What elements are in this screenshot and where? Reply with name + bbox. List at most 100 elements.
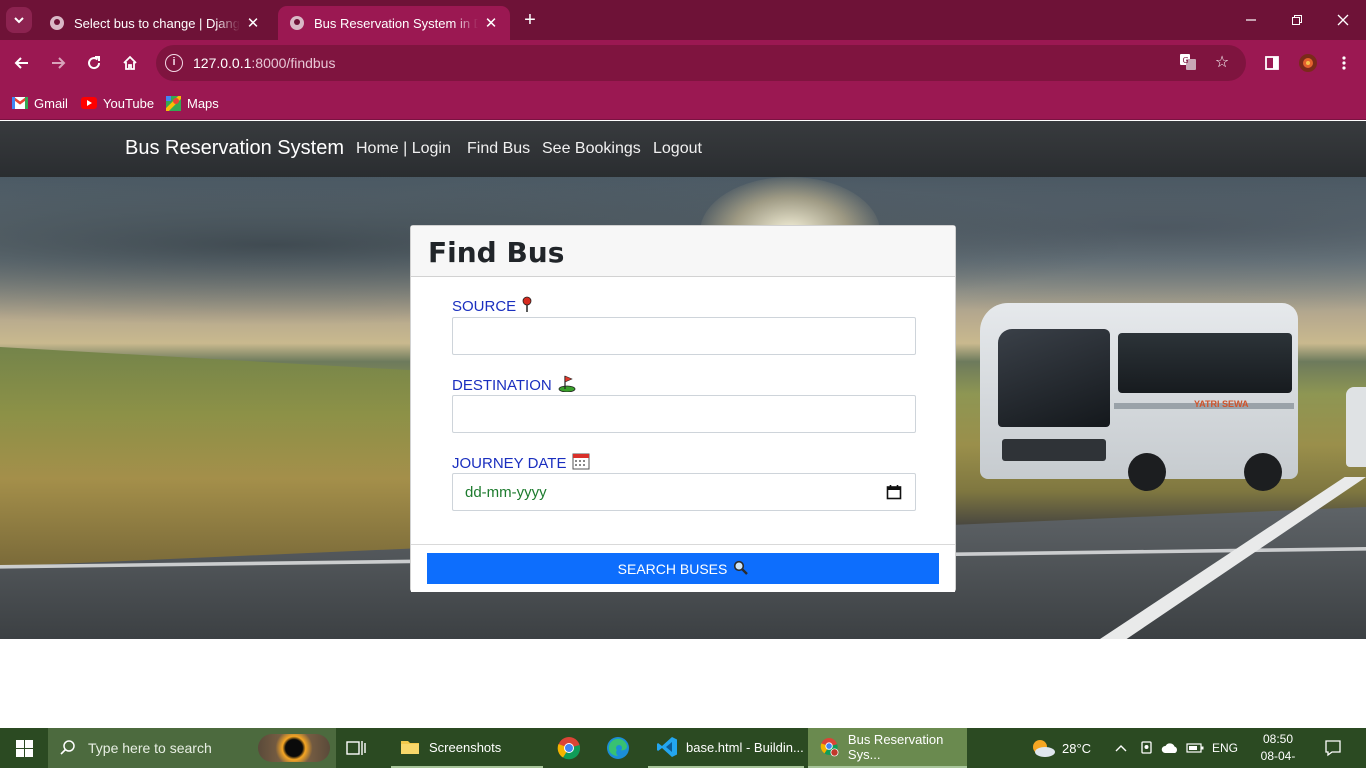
restore-button[interactable] xyxy=(1274,0,1320,40)
site-navbar: Bus Reservation System Home | Login Find… xyxy=(0,121,1366,177)
site-info-icon[interactable]: i xyxy=(165,54,183,72)
side-panel-icon xyxy=(1265,56,1279,70)
search-highlight-eclipse-image xyxy=(258,734,330,762)
journey-date-label: JOURNEY DATE xyxy=(452,452,590,474)
forward-button[interactable] xyxy=(44,49,72,77)
minimize-icon xyxy=(1246,19,1256,21)
clock-time: 08:50 xyxy=(1262,732,1294,746)
card-header: Find Bus xyxy=(411,226,955,277)
taskbar-chrome-bus-reservation[interactable]: Bus Reservation Sys... xyxy=(808,728,967,768)
date-picker-icon[interactable] xyxy=(886,484,902,500)
taskbar-item-label: Screenshots xyxy=(429,739,502,755)
destination-label: DESTINATION xyxy=(452,374,576,396)
taskbar-chrome[interactable] xyxy=(557,728,587,768)
taskbar-edge[interactable] xyxy=(606,728,636,768)
bus-logo: YATRI SEWA xyxy=(1194,399,1249,409)
profile-avatar-icon xyxy=(1299,54,1317,72)
bookmark-maps[interactable]: Maps xyxy=(166,92,219,114)
taskbar-vscode[interactable]: base.html - Buildin... xyxy=(648,728,804,768)
notification-icon xyxy=(1325,740,1341,757)
profile-button[interactable] xyxy=(1294,49,1322,77)
bookmark-star-icon[interactable]: ☆ xyxy=(1212,53,1232,73)
show-hidden-icons[interactable] xyxy=(1114,728,1128,768)
home-icon xyxy=(123,55,137,70)
taskbar-search-box[interactable]: Type here to search xyxy=(48,728,336,768)
partly-sunny-icon xyxy=(1033,740,1055,757)
notification-center-button[interactable] xyxy=(1324,728,1342,768)
language-indicator[interactable]: ENG xyxy=(1212,728,1238,768)
journey-date-input[interactable]: dd-mm-yyyy xyxy=(452,473,916,511)
gmail-icon xyxy=(12,97,28,109)
windows-taskbar: Type here to search Screenshots base.htm… xyxy=(0,728,1366,768)
nav-see-bookings[interactable]: See Bookings xyxy=(542,140,641,158)
tab-title: Select bus to change | Django site admin xyxy=(74,15,240,31)
restore-icon xyxy=(1292,15,1302,25)
search-buses-button[interactable]: SEARCH BUSES xyxy=(427,553,939,584)
calendar-icon xyxy=(572,452,590,474)
nav-find-bus[interactable]: Find Bus xyxy=(467,140,530,158)
vscode-icon xyxy=(657,737,677,757)
bookmark-label: Gmail xyxy=(34,95,68,111)
url-path: :8000/findbus xyxy=(251,55,336,71)
side-panel-button[interactable] xyxy=(1258,49,1286,77)
back-button[interactable] xyxy=(8,49,36,77)
folder-icon xyxy=(401,741,419,754)
close-tab-icon[interactable]: ✕ xyxy=(244,14,262,32)
weather-widget[interactable]: 28°C xyxy=(1030,728,1091,768)
site-brand-link[interactable]: Bus Reservation System xyxy=(125,137,344,160)
edge-icon xyxy=(607,737,629,759)
card-title: Find Bus xyxy=(428,236,565,269)
tab-bus-reservation[interactable]: Bus Reservation System in Django ✕ xyxy=(278,6,510,40)
close-tab-icon[interactable]: ✕ xyxy=(482,14,500,32)
globe-icon xyxy=(50,16,64,30)
tab-search-button[interactable] xyxy=(6,7,32,33)
address-bar[interactable]: i 127.0.0.1:8000/findbus G ☆ xyxy=(156,45,1246,81)
tab-title: Bus Reservation System in Django xyxy=(314,15,478,31)
chrome-profile-icon xyxy=(820,737,839,757)
bus-image: YATRI SEWA xyxy=(962,303,1298,493)
arrow-left-icon xyxy=(14,57,28,69)
bookmark-youtube[interactable]: YouTube xyxy=(81,92,154,114)
maps-icon xyxy=(166,95,181,111)
card-footer: SEARCH BUSES xyxy=(411,544,955,592)
url-host: 127.0.0.1 xyxy=(193,55,252,71)
nav-home-login[interactable]: Home | Login xyxy=(356,140,451,158)
new-tab-button[interactable]: + xyxy=(518,8,542,32)
reload-icon xyxy=(88,56,101,70)
bookmarks-bar: Gmail YouTube Maps xyxy=(0,86,1366,120)
tab-django-admin[interactable]: Select bus to change | Django site admin… xyxy=(38,6,272,40)
pin-icon xyxy=(522,296,532,317)
close-window-button[interactable] xyxy=(1320,0,1366,40)
taskbar-explorer-screenshots[interactable]: Screenshots xyxy=(391,728,543,768)
chevron-down-icon xyxy=(14,17,24,24)
clock-date: 08-04-2024 xyxy=(1260,749,1296,768)
battery-icon[interactable] xyxy=(1186,728,1204,768)
onedrive-icon[interactable] xyxy=(1161,728,1179,768)
source-label: SOURCE xyxy=(452,296,532,317)
search-icon xyxy=(60,739,76,760)
globe-icon xyxy=(290,16,304,30)
more-vertical-icon xyxy=(1342,56,1346,70)
taskbar-clock[interactable]: 08:50 08-04-2024 xyxy=(1248,731,1308,768)
browser-menu-button[interactable] xyxy=(1330,49,1358,77)
translate-icon[interactable]: G xyxy=(1178,53,1198,73)
source-input[interactable] xyxy=(452,317,916,355)
chrome-icon xyxy=(557,737,581,760)
taskbar-item-label: Bus Reservation Sys... xyxy=(847,732,944,762)
nav-logout[interactable]: Logout xyxy=(653,140,702,158)
taskbar-item-label: base.html - Buildin... xyxy=(686,739,804,755)
second-bus-image xyxy=(1346,387,1366,467)
bookmark-gmail[interactable]: Gmail xyxy=(12,92,68,114)
task-view-button[interactable] xyxy=(346,728,374,768)
magnifier-icon xyxy=(733,560,749,578)
url-text[interactable]: 127.0.0.1:8000/findbus xyxy=(193,55,335,71)
home-button[interactable] xyxy=(116,49,144,77)
browser-tab-strip: Select bus to change | Django site admin… xyxy=(0,0,1366,40)
meet-now-icon[interactable] xyxy=(1139,728,1155,768)
destination-input[interactable] xyxy=(452,395,916,433)
reload-button[interactable] xyxy=(80,49,108,77)
start-button[interactable] xyxy=(0,728,48,768)
windows-logo-icon xyxy=(15,739,33,757)
minimize-button[interactable] xyxy=(1228,0,1274,40)
taskbar-search-placeholder: Type here to search xyxy=(88,740,212,756)
